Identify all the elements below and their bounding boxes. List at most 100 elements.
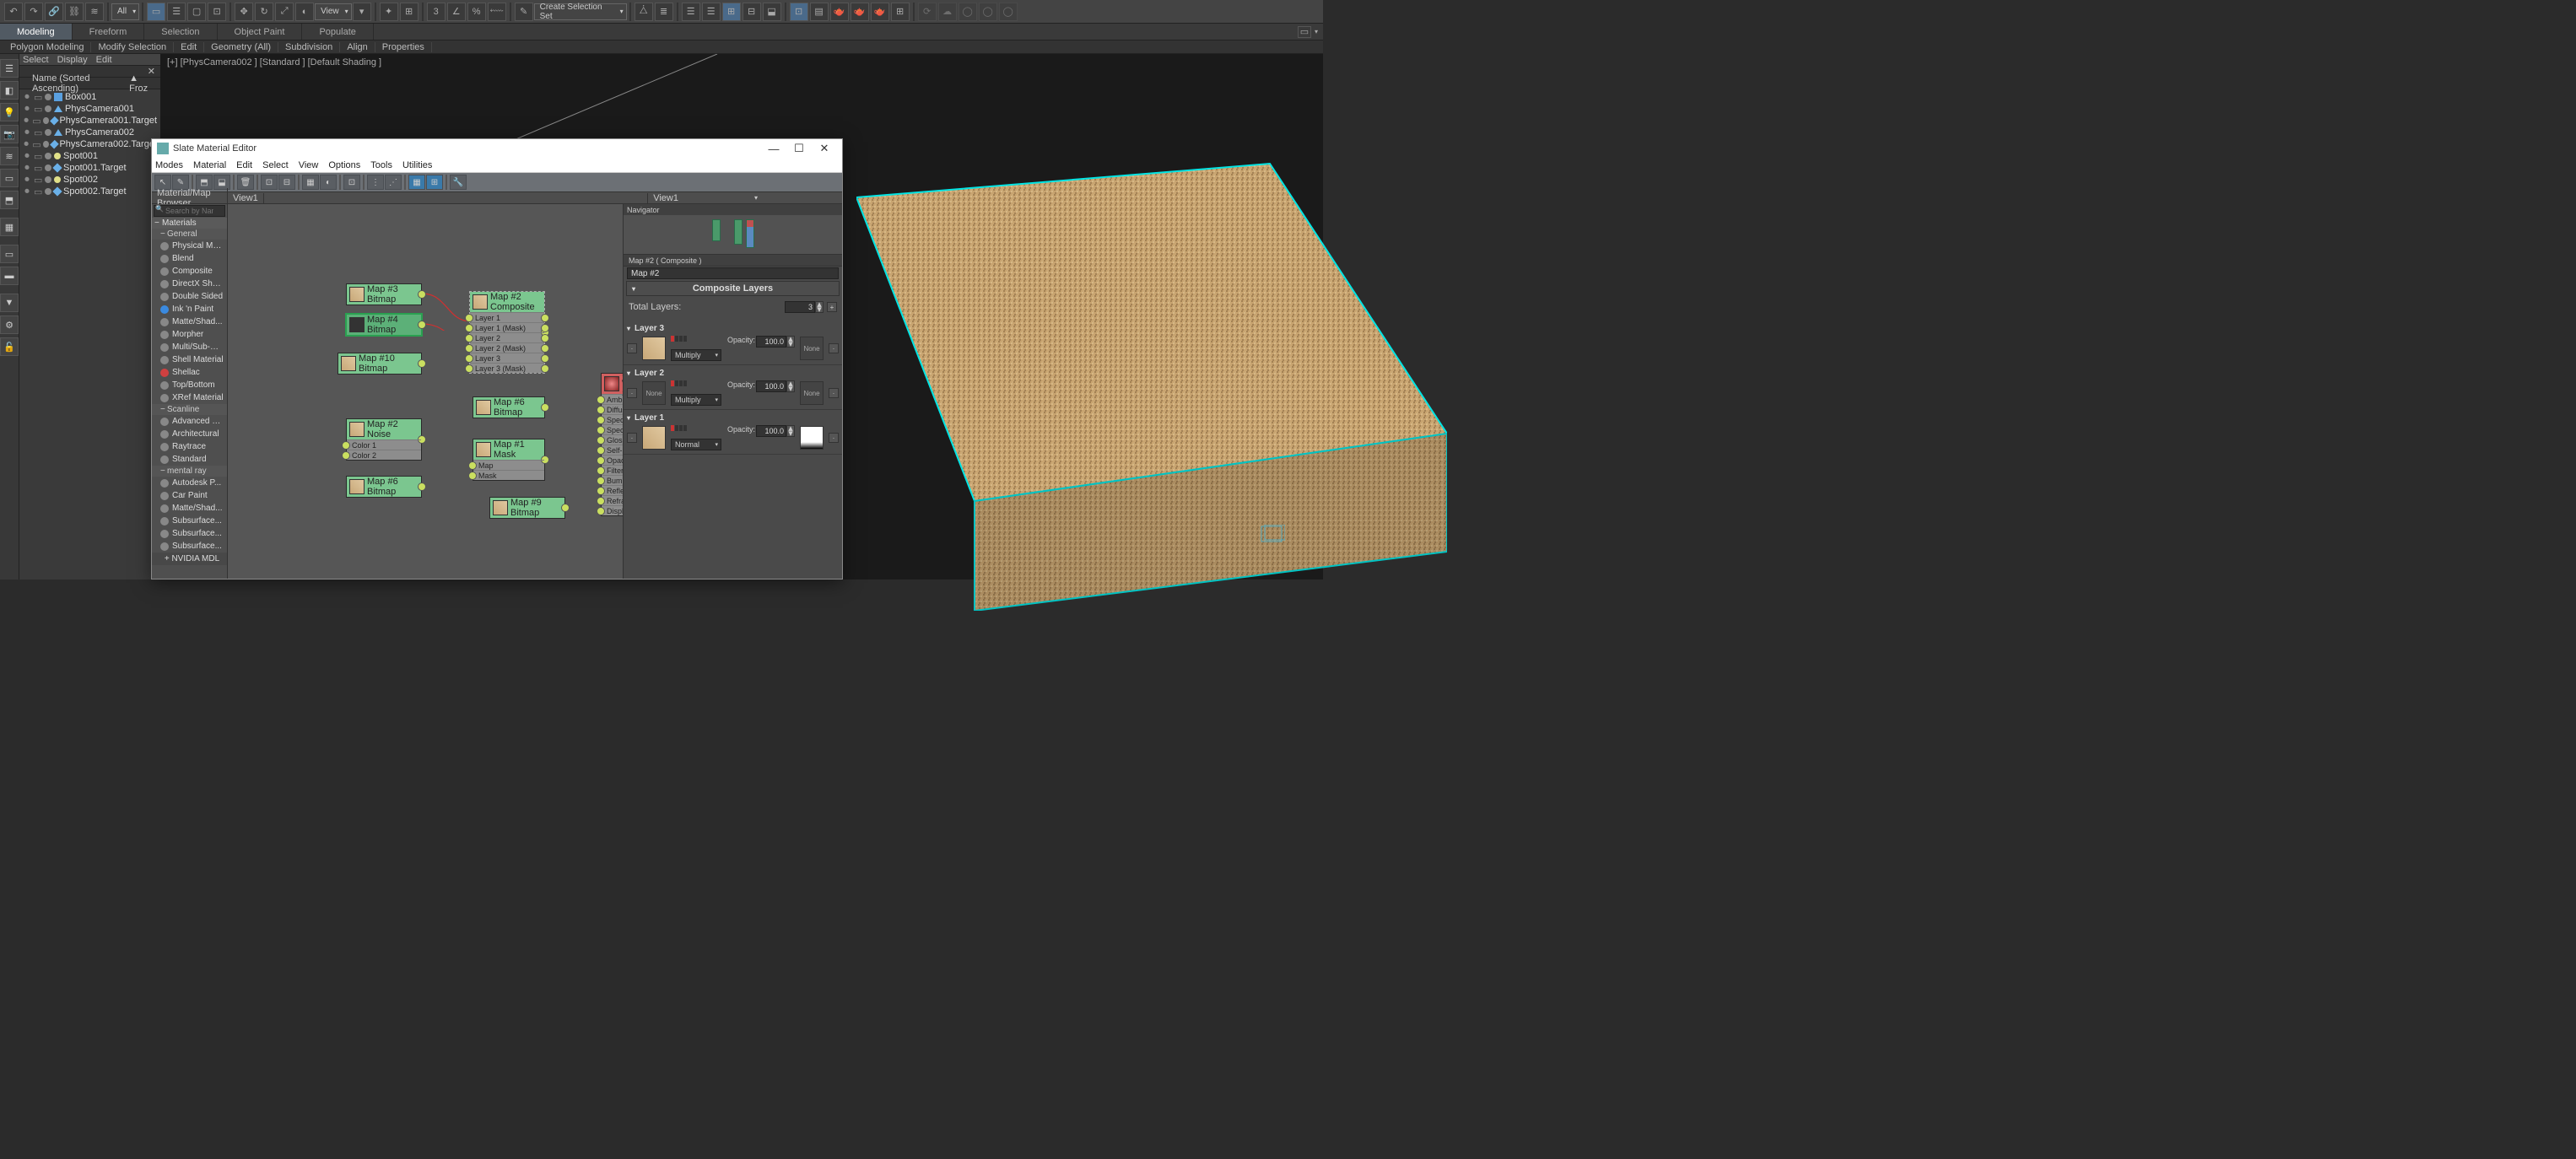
layer-delete-button[interactable]: ·	[829, 433, 839, 443]
pivot-button[interactable]: ▾	[353, 3, 371, 21]
browser-item[interactable]: Architectural	[152, 428, 227, 440]
browser-item[interactable]: Subsurface...	[152, 515, 227, 527]
layer-explorer-button[interactable]: ☰	[682, 3, 700, 21]
node-map2-noise[interactable]: Map #2Noise Color 1 Color 2	[346, 418, 422, 461]
shape-icon[interactable]: ▭	[0, 169, 19, 187]
material-editor-button[interactable]: ⬓	[763, 3, 781, 21]
layer-delete-button[interactable]: ·	[829, 388, 839, 398]
layer-colorbar[interactable]: Opacity: ▴▾	[671, 425, 795, 437]
browser-nvidia-mdl[interactable]: + NVIDIA MDL	[152, 553, 227, 565]
sme-tool-button[interactable]: 🔧	[450, 175, 467, 190]
scene-explorer-icon[interactable]: ☰	[0, 59, 19, 78]
ribbon-tab-selection[interactable]: Selection	[144, 24, 217, 40]
ribbon-tab-freeform[interactable]: Freeform	[73, 24, 145, 40]
selection-filter-dropdown[interactable]: All	[111, 3, 139, 20]
ribbon-tab-object-paint[interactable]: Object Paint	[218, 24, 303, 40]
sme-titlebar[interactable]: Slate Material Editor — ☐ ✕	[152, 139, 842, 158]
material-slot[interactable]: Bump	[602, 475, 623, 485]
select-name-button[interactable]: ☰	[167, 3, 186, 21]
layer-icon[interactable]: ◧	[0, 81, 19, 100]
undo-button[interactable]: ↶	[4, 3, 23, 21]
sme-navigator[interactable]: Navigator	[624, 204, 842, 255]
material-slot[interactable]: Specular Color	[602, 414, 623, 424]
node-map1-mask[interactable]: Map #1Mask Map Mask	[473, 439, 545, 481]
scene-col-name[interactable]: Name (Sorted Ascending)	[32, 73, 129, 94]
material-slot[interactable]: Filter Color	[602, 465, 623, 475]
link-button[interactable]: 🔗	[45, 3, 63, 21]
sme-maximize-button[interactable]: ☐	[786, 142, 812, 155]
light-icon[interactable]: 💡	[0, 103, 19, 121]
curve-editor-button[interactable]: ⊞	[722, 3, 741, 21]
browser-item[interactable]: Raytrace	[152, 440, 227, 453]
sme-delete-button[interactable]: 🗑	[237, 175, 254, 190]
sme-snap-button[interactable]: ⊞	[426, 175, 443, 190]
sme-view1-tab[interactable]: View1	[228, 193, 264, 203]
layer-texture-thumb[interactable]	[642, 426, 666, 450]
ribbon-sub-edit[interactable]: Edit	[174, 42, 204, 52]
toggle-ribbon-button[interactable]: ☰	[702, 3, 721, 21]
tool-a-icon[interactable]: ▭	[0, 245, 19, 263]
ribbon-expand-icon[interactable]: ▭	[1298, 26, 1311, 38]
render-iterative-button[interactable]: ⊞	[891, 3, 910, 21]
named-selection-dropdown[interactable]: Create Selection Set	[534, 3, 627, 20]
browser-item[interactable]: Ink 'n Paint	[152, 303, 227, 315]
browser-item[interactable]: Autodesk P...	[152, 477, 227, 489]
sme-hide-unused-button[interactable]: ⊟	[278, 175, 295, 190]
keyboard-shortcut-button[interactable]: ⊞	[400, 3, 419, 21]
sme-layout-children-button[interactable]: ⋰	[385, 175, 402, 190]
scale-button[interactable]: ⤢	[275, 3, 294, 21]
layer-mask-thumb[interactable]	[800, 426, 824, 450]
mirror-button[interactable]: ⧊	[635, 3, 653, 21]
total-layers-spinner[interactable]: ▴▾	[785, 301, 824, 313]
scene-item[interactable]: ⏺▭Spot001.Target	[19, 162, 160, 174]
unlink-button[interactable]: ⛓	[65, 3, 84, 21]
material-slot[interactable]: Glossiness	[602, 434, 623, 445]
select-region-rect-button[interactable]: ▢	[187, 3, 206, 21]
sme-menu-material[interactable]: Material	[193, 160, 226, 170]
rollout-composite-layers[interactable]: Composite Layers	[626, 281, 840, 296]
sme-menu-view[interactable]: View	[299, 160, 319, 170]
layer-colorbar[interactable]: Opacity: ▴▾	[671, 336, 795, 348]
select-object-button[interactable]: ▭	[147, 3, 165, 21]
map-name-input[interactable]	[627, 267, 839, 279]
layer-toggle-button[interactable]: ·	[627, 343, 637, 353]
add-layer-button[interactable]: +	[827, 302, 837, 312]
sme-menu-modes[interactable]: Modes	[155, 160, 183, 170]
node-map6[interactable]: Map #6Bitmap	[473, 396, 545, 418]
sme-active-view-dropdown[interactable]: View1	[647, 193, 842, 203]
scene-item[interactable]: ⏺▭Spot001	[19, 150, 160, 162]
rotate-button[interactable]: ↻	[255, 3, 273, 21]
ribbon-tab-modeling[interactable]: Modeling	[0, 24, 73, 40]
node-map3[interactable]: Map #3Bitmap	[346, 283, 422, 305]
layer-opacity-spinner[interactable]: ▴▾	[756, 380, 795, 392]
layer-texture-thumb[interactable]: None	[642, 381, 666, 405]
node-graph[interactable]: Map #3Bitmap Map #4Bitmap Map #10Bitmap …	[228, 204, 623, 579]
node-material-standard[interactable]: Dry to We...Standard Ambient ColorDiffus…	[601, 373, 623, 516]
percent-snap-button[interactable]: %	[467, 3, 486, 21]
sme-move-children-button[interactable]: ⊡	[261, 175, 278, 190]
redo-button[interactable]: ↷	[24, 3, 43, 21]
ribbon-sub-properties[interactable]: Properties	[375, 42, 432, 52]
browser-item[interactable]: Subsurface...	[152, 540, 227, 553]
scene-menu-select[interactable]: Select	[23, 55, 49, 65]
material-slot[interactable]: Refraction	[602, 495, 623, 505]
ribbon-menu-icon[interactable]: ▾	[1315, 28, 1318, 35]
scene-item[interactable]: ⏺▭PhysCamera001.Target	[19, 115, 160, 127]
schematic-view-button[interactable]: ⊟	[743, 3, 761, 21]
sme-show-map-button[interactable]: ▦	[302, 175, 319, 190]
browser-search-input[interactable]	[154, 205, 225, 217]
layer-toggle-button[interactable]: ·	[627, 433, 637, 443]
node-map10[interactable]: Map #10Bitmap	[338, 353, 422, 375]
browser-sub-general[interactable]: General	[152, 229, 227, 240]
manipulate-button[interactable]: ✦	[380, 3, 398, 21]
move-button[interactable]: ✥	[235, 3, 253, 21]
ribbon-sub-polygon[interactable]: Polygon Modeling	[3, 42, 91, 52]
layer-opacity-spinner[interactable]: ▴▾	[756, 336, 795, 348]
browser-sub-mental[interactable]: mental ray	[152, 466, 227, 477]
render-preset-button[interactable]: 🫖	[851, 3, 869, 21]
scene-col-frozen[interactable]: ▲ Froz	[129, 73, 157, 94]
scene-menu-display[interactable]: Display	[57, 55, 88, 65]
display-icon[interactable]: ▦	[0, 218, 19, 236]
scene-item[interactable]: ⏺▭Spot002.Target	[19, 186, 160, 197]
browser-item[interactable]: Double Sided	[152, 290, 227, 303]
